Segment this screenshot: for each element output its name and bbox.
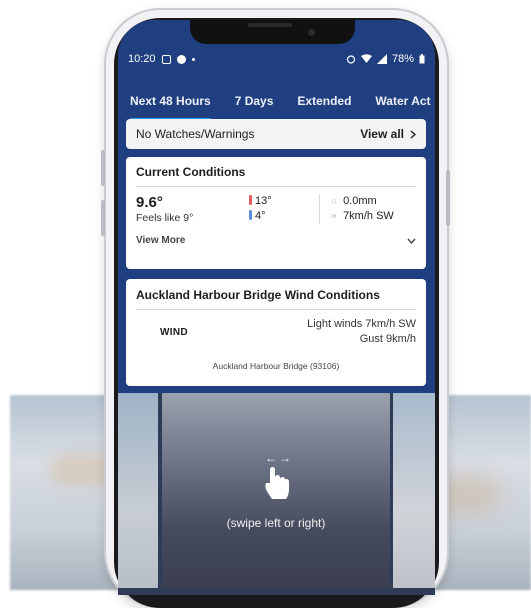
divider xyxy=(319,194,320,224)
view-all-link[interactable]: View all xyxy=(360,127,416,141)
phone-side-button xyxy=(101,200,105,236)
wind-summary: Light winds 7km/h SW xyxy=(307,318,416,330)
battery-icon xyxy=(419,54,425,64)
alarm-icon xyxy=(346,55,356,64)
current-conditions-card: Current Conditions 9.6° Feels like 9° 13… xyxy=(126,157,426,269)
thermometer-high-icon xyxy=(249,195,252,205)
current-conditions-title: Current Conditions xyxy=(136,165,246,179)
wifi-icon xyxy=(360,54,372,63)
divider xyxy=(136,186,416,187)
app-screen: 10:20 78% Next 48 Hours 7 Days Extended … xyxy=(118,20,435,595)
more-notifications-icon xyxy=(191,57,195,61)
forecast-tabs: Next 48 Hours 7 Days Extended Water Act xyxy=(118,78,435,124)
phone-side-button xyxy=(446,170,450,226)
low-temperature: 4° xyxy=(255,210,266,222)
wind-label: WIND xyxy=(160,327,188,338)
rain-icon: ○ xyxy=(331,196,337,206)
battery-percent: 78% xyxy=(391,53,414,65)
temperature-range: 13° 4° xyxy=(249,194,311,224)
status-bar: 10:20 78% xyxy=(128,50,425,68)
swipe-hint: (swipe left or right) xyxy=(226,516,326,530)
rainfall: 0.0mm xyxy=(343,195,377,207)
wind-conditions-title: Auckland Harbour Bridge Wind Conditions xyxy=(136,288,380,302)
wind-icon: ≈ xyxy=(331,211,337,221)
tab-7-days[interactable]: 7 Days xyxy=(223,94,286,108)
front-camera xyxy=(308,29,315,36)
wind-conditions-card: Auckland Harbour Bridge Wind Conditions … xyxy=(126,279,426,386)
next-image[interactable] xyxy=(393,393,435,588)
speaker-grille xyxy=(248,23,292,27)
tab-next-48-hours[interactable]: Next 48 Hours xyxy=(118,94,223,121)
tab-water-activities[interactable]: Water Act xyxy=(363,94,435,108)
station-name: Auckland Harbour Bridge (93106) xyxy=(212,361,340,371)
wind-speed: 7km/h SW xyxy=(343,210,394,222)
wind-gust: Gust 9km/h xyxy=(359,333,416,345)
current-temperature: 9.6° xyxy=(136,194,163,211)
phone-notch xyxy=(190,20,355,44)
view-more-label: View More xyxy=(136,235,186,246)
swipe-hand-icon xyxy=(265,467,289,499)
app-notification-icon xyxy=(176,54,186,64)
swipe-arrows-icon: ←→ xyxy=(265,451,293,465)
status-time: 10:20 xyxy=(128,53,156,65)
chevron-right-icon xyxy=(410,129,416,139)
view-all-label: View all xyxy=(360,127,404,141)
tab-extended[interactable]: Extended xyxy=(285,94,363,108)
divider xyxy=(136,309,416,310)
view-more-toggle[interactable]: View More xyxy=(136,235,416,246)
feels-like: Feels like 9° xyxy=(136,212,194,224)
thermometer-low-icon xyxy=(249,210,252,220)
current-image[interactable]: ←→ (swipe left or right) xyxy=(162,393,390,588)
notification-icon xyxy=(161,54,171,64)
phone-side-button xyxy=(101,150,105,186)
chevron-down-icon xyxy=(407,238,416,244)
high-temperature: 13° xyxy=(255,195,272,207)
warnings-text: No Watches/Warnings xyxy=(136,127,255,141)
signal-icon xyxy=(376,54,387,64)
warnings-banner[interactable]: No Watches/Warnings View all xyxy=(126,119,426,149)
image-carousel[interactable]: ←→ (swipe left or right) xyxy=(118,393,435,595)
previous-image[interactable] xyxy=(118,393,158,588)
